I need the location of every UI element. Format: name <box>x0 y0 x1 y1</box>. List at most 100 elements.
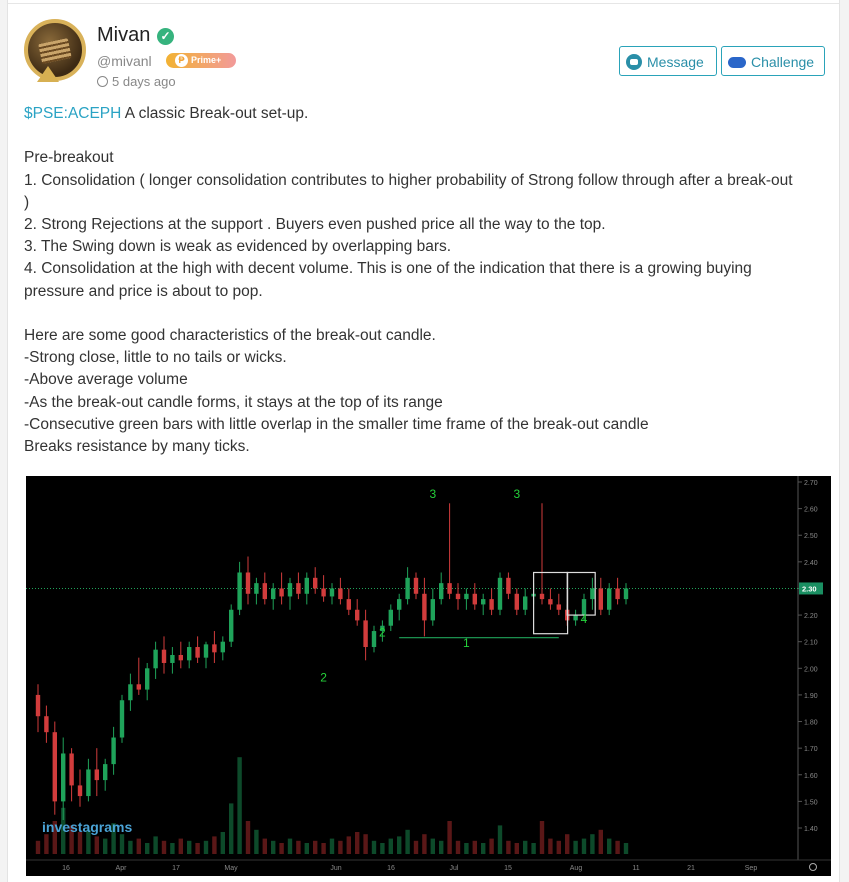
candle-body <box>119 700 125 738</box>
challenge-button[interactable]: Challenge <box>721 46 825 76</box>
time-tick-label: Apr <box>116 865 128 872</box>
price-tick-label: 2.00 <box>804 666 818 673</box>
candle-body <box>464 593 469 600</box>
challenge-button-label: Challenge <box>751 54 815 70</box>
candle-body <box>262 583 267 600</box>
candle-body <box>220 641 225 653</box>
time-tick-label: Aug <box>570 865 583 872</box>
candle-body <box>203 644 209 658</box>
verified-icon: ✓ <box>157 28 174 45</box>
ticker-link[interactable]: $PSE:ACEPH <box>24 105 121 122</box>
post-body: $PSE:ACEPH A classic Break-out set-up. P… <box>24 103 832 458</box>
volume-bar <box>313 840 318 854</box>
volume-bar <box>447 821 452 854</box>
price-chart[interactable]: 2.70 2.60 2.50 2.40 2.30 2.20 2.10 2.00 1.90 1.80… <box>26 476 831 876</box>
volume-bar <box>287 838 293 854</box>
volume-bar <box>539 821 545 854</box>
candle-body <box>472 593 477 605</box>
volume-bar <box>77 832 83 854</box>
post-line: Pre-breakout <box>24 149 114 167</box>
volume-bar <box>573 840 578 854</box>
candle-body <box>590 588 595 600</box>
candle-body <box>573 615 578 621</box>
coin-icon: ₱ <box>175 54 188 67</box>
candle-body <box>598 588 603 610</box>
volume-bar <box>371 840 377 854</box>
candle-body <box>388 609 393 626</box>
chart-annotation: 2 <box>320 671 327 685</box>
candle-body <box>52 732 57 802</box>
time-tick-label: 16 <box>62 865 70 872</box>
price-tick-label: 1.90 <box>804 693 818 700</box>
post-line: -Consecutive green bars with little over… <box>24 415 649 433</box>
volume-bar <box>514 843 519 854</box>
candle-body <box>245 572 251 594</box>
time-tick-label: Jun <box>330 865 341 872</box>
message-button[interactable]: Message <box>619 46 717 76</box>
candle-body <box>489 599 494 610</box>
volume-bar <box>44 834 49 854</box>
candle-body <box>44 716 49 733</box>
message-button-label: Message <box>647 54 704 70</box>
volume-bar <box>145 843 150 854</box>
candle-body <box>497 577 503 610</box>
post-line: pressure and price is about to pop. <box>24 282 263 300</box>
volume-bar <box>598 829 603 854</box>
price-tick-label: 1.40 <box>804 826 818 833</box>
chart-annotation: 2 <box>379 625 386 639</box>
candle-body <box>329 588 335 597</box>
candle-body <box>187 647 192 661</box>
candle-body <box>61 753 66 802</box>
candle-body <box>94 769 99 781</box>
candle-body <box>212 644 217 653</box>
volume-bar <box>262 838 267 854</box>
volume-bar <box>506 840 511 854</box>
post-line: ) <box>24 193 30 211</box>
chart-annotation: 4 <box>581 612 588 626</box>
volume-bar <box>439 840 444 854</box>
candle-body <box>153 649 158 669</box>
prime-badge: ₱ Prime+ <box>166 53 236 68</box>
candle-body <box>405 577 410 600</box>
post-line: -Strong close, little to no tails or wic… <box>24 349 287 367</box>
post-line: 1. Consolidation ( longer consolidation … <box>24 171 793 189</box>
volume-bar <box>279 843 284 854</box>
user-handle[interactable]: @mivanl <box>97 53 152 69</box>
candle-body <box>615 588 620 600</box>
volume-bar <box>136 838 141 854</box>
post-line: -As the break-out candle forms, it stays… <box>24 393 443 411</box>
candle-body <box>69 753 74 786</box>
volume-bar <box>195 843 200 854</box>
chat-icon <box>626 54 642 70</box>
candle-body <box>514 593 519 610</box>
volume-bar <box>178 838 183 854</box>
post-line: Here are some good characteristics of th… <box>24 327 436 345</box>
candle-body <box>103 764 108 781</box>
volume-bar <box>220 832 225 854</box>
candle-body <box>430 599 435 621</box>
post-card: Mivan ✓ @mivanl ₱ Prime+ 5 days ago Messa… <box>7 0 840 882</box>
candle-body <box>145 668 150 690</box>
volume-bar <box>455 840 461 854</box>
price-tick-label: 2.60 <box>804 507 818 514</box>
candle-body <box>254 583 259 594</box>
clock-icon <box>97 76 108 87</box>
candle-body <box>506 577 511 594</box>
candle-body <box>422 593 427 621</box>
price-tick-label: 2.40 <box>804 560 818 567</box>
candle-body <box>313 577 318 589</box>
volume-bar <box>623 843 629 854</box>
volume-bar <box>380 843 385 854</box>
post-time-label: 5 days ago <box>112 74 176 89</box>
user-name[interactable]: Mivan <box>97 24 150 47</box>
volume-bar <box>472 840 477 854</box>
volume-bar <box>229 803 234 854</box>
volume-bar <box>304 843 309 854</box>
candle-body <box>77 785 83 797</box>
settings-gear-icon <box>809 863 817 871</box>
candle-body <box>338 588 343 600</box>
volume-bar <box>153 836 158 854</box>
candle-body <box>363 620 368 648</box>
post-line <box>24 303 832 325</box>
time-tick-label: 16 <box>387 865 395 872</box>
